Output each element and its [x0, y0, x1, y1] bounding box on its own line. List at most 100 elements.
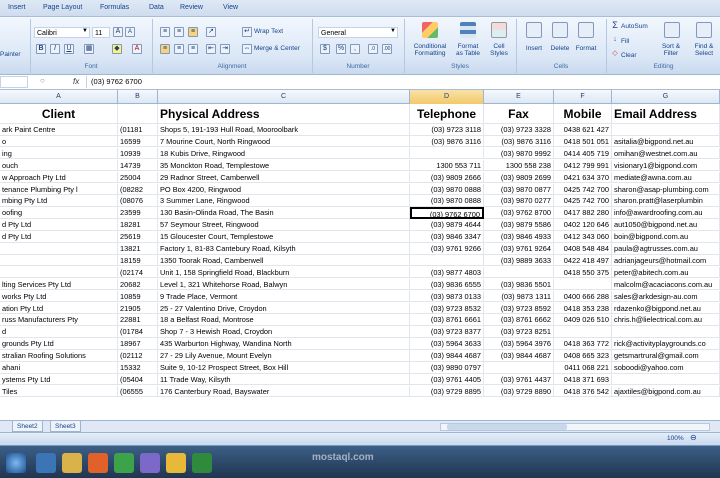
header-mobile[interactable]: Mobile [554, 104, 612, 124]
align-bottom-icon[interactable]: ≡ [188, 27, 198, 37]
cell-client[interactable]: d Pty Ltd [0, 219, 118, 231]
cell-email[interactable]: getsmartrural@gmail.com [612, 350, 720, 362]
merge-center-icon[interactable]: ⇔ [242, 44, 252, 54]
cell-telephone[interactable]: (03) 9809 2666 [410, 171, 484, 184]
media-icon[interactable] [88, 453, 108, 473]
cell-client[interactable] [0, 254, 118, 267]
merge-center-button[interactable]: Merge & Center [254, 45, 300, 52]
cell-client[interactable]: stralian Roofing Solutions [0, 350, 118, 362]
format-painter-label[interactable]: Painter [0, 51, 21, 58]
align-right-icon[interactable]: ≡ [188, 44, 198, 54]
cell-id[interactable]: 15332 [118, 362, 158, 374]
cell-email[interactable]: soboodi@yahoo.com [612, 362, 720, 374]
app-icon-2[interactable] [140, 453, 160, 473]
delete-cells-button[interactable]: Delete [546, 45, 574, 52]
cell-address[interactable]: Shops 5, 191-193 Hull Road, Mooroolbark [158, 124, 410, 136]
cell-fax[interactable]: (03) 9761 9264 [484, 243, 554, 255]
cell-telephone[interactable]: (03) 9873 0133 [410, 290, 484, 303]
sort-filter-label[interactable]: Sort & [656, 43, 686, 50]
cell-id[interactable]: 16599 [118, 135, 158, 148]
cell-id[interactable]: 18159 [118, 254, 158, 267]
cell-telephone[interactable]: (03) 9870 0888 [410, 195, 484, 207]
cell-telephone[interactable]: (03) 9870 0888 [410, 183, 484, 196]
cell-email[interactable]: boin@bigpond.com.au [612, 231, 720, 243]
currency-icon[interactable]: $ [320, 44, 330, 54]
number-format-select[interactable]: General ▼ [318, 27, 398, 38]
cell-address[interactable]: 25 - 27 Valentino Drive, Croydon [158, 302, 410, 315]
sheet-tab-sheet2[interactable]: Sheet2 [12, 421, 43, 432]
cell-email[interactable]: paula@agtrusses.com.au [612, 243, 720, 255]
fill-color-icon[interactable]: ◆ [112, 44, 122, 54]
cell-address[interactable]: 435 Warburton Highway, Wandina North [158, 338, 410, 350]
tab-insert[interactable]: Insert [8, 4, 26, 11]
cell-email[interactable]: adrianjageurs@hotmail.com [612, 254, 720, 267]
cell-mobile[interactable]: 0418 550 375 [554, 266, 612, 279]
align-top-icon[interactable]: ≡ [160, 27, 170, 37]
cell-client[interactable]: Tiles [0, 385, 118, 398]
app-icon[interactable] [114, 453, 134, 473]
cell-address[interactable]: 7 Mourine Court, North Ringwood [158, 135, 410, 148]
cell-telephone[interactable]: (03) 9761 9266 [410, 243, 484, 255]
insert-cells-icon[interactable] [526, 22, 542, 38]
underline-icon[interactable]: U [64, 44, 74, 54]
cell-fax[interactable]: (03) 9723 8592 [484, 302, 554, 315]
wrap-text-icon[interactable]: ↵ [242, 27, 252, 37]
clear-button[interactable]: Clear [621, 52, 637, 59]
cell-client[interactable] [0, 266, 118, 279]
cell-client[interactable]: works Pty Ltd [0, 290, 118, 303]
cell-address[interactable]: 130 Basin-Olinda Road, The Basin [158, 207, 410, 219]
comma-icon[interactable]: , [350, 44, 360, 54]
cell-email[interactable]: sharon.pratt@laserplumbin [612, 195, 720, 207]
cell-mobile[interactable]: 0408 665 323 [554, 350, 612, 362]
cell-id[interactable]: 13821 [118, 243, 158, 255]
cell-mobile[interactable]: 0408 548 484 [554, 243, 612, 255]
cell-telephone[interactable]: (03) 9729 8895 [410, 385, 484, 398]
cell-client[interactable]: oofing [0, 207, 118, 219]
cell-address[interactable]: Shop 7 - 3 Hewish Road, Croydon [158, 326, 410, 338]
cell-mobile[interactable]: 0411 068 221 [554, 362, 612, 374]
cell-address[interactable]: 1350 Toorak Road, Camberwell [158, 254, 410, 267]
cell-fax[interactable] [484, 266, 554, 279]
cell-email[interactable]: sharon@asap-plumbing.com [612, 183, 720, 196]
borders-icon[interactable]: ▦ [84, 44, 94, 54]
cell-telephone[interactable]: (03) 9846 3347 [410, 231, 484, 243]
autosum-button[interactable]: AutoSum [621, 23, 648, 30]
column-header-f[interactable]: F [554, 90, 612, 104]
cell-client[interactable]: grounds Pty Ltd [0, 338, 118, 350]
cell-telephone[interactable]: (03) 9723 3118 [410, 124, 484, 136]
header-fax[interactable]: Fax [484, 104, 554, 124]
cell-client[interactable]: ystems Pty Ltd [0, 373, 118, 386]
column-header-d[interactable]: D [410, 90, 484, 104]
cell-styles-label[interactable]: Cell [485, 43, 513, 50]
app-icon-3[interactable] [166, 453, 186, 473]
cell-styles-label-2[interactable]: Styles [485, 50, 513, 57]
decrease-decimal-icon[interactable]: .00 [382, 44, 392, 54]
cell-address[interactable]: 18 Kubis Drive, Ringwood [158, 147, 410, 160]
column-header-c[interactable]: C [158, 90, 410, 104]
cell-fax[interactable]: (03) 9723 8251 [484, 326, 554, 338]
cell-email[interactable]: peter@abitech.com.au [612, 266, 720, 279]
cell-telephone[interactable]: (03) 9836 6555 [410, 278, 484, 291]
find-select-icon[interactable] [696, 22, 712, 38]
conditional-formatting-label-2[interactable]: Formatting [408, 50, 452, 57]
cell-address[interactable]: 18 a Belfast Road, Montrose [158, 314, 410, 326]
cell-client[interactable] [0, 243, 118, 255]
cell-mobile[interactable]: 0425 742 700 [554, 195, 612, 207]
cell-fax[interactable]: (03) 9729 8890 [484, 385, 554, 398]
cell-address[interactable]: 176 Canterbury Road, Bayswater [158, 385, 410, 398]
cell-fax[interactable]: (03) 9762 8700 [484, 207, 554, 219]
cell-id[interactable]: 18281 [118, 219, 158, 231]
cell-client[interactable]: tenance Plumbing Pty l [0, 183, 118, 196]
folder-icon[interactable] [62, 453, 82, 473]
cell-client[interactable]: ark Paint Centre [0, 124, 118, 136]
sheet-tab-sheet3[interactable]: Sheet3 [50, 421, 81, 432]
cell-mobile[interactable] [554, 278, 612, 291]
cell-email[interactable] [612, 124, 720, 136]
cell-client[interactable]: ahani [0, 362, 118, 374]
cell-address[interactable]: 9 Trade Place, Vermont [158, 290, 410, 303]
cell-client[interactable]: lting Services Pty Ltd [0, 278, 118, 291]
delete-cells-icon[interactable] [552, 22, 568, 38]
cell-fax[interactable]: (03) 9870 0877 [484, 183, 554, 196]
bold-icon[interactable]: B [36, 44, 46, 54]
cell-telephone[interactable]: (03) 9761 4405 [410, 373, 484, 386]
